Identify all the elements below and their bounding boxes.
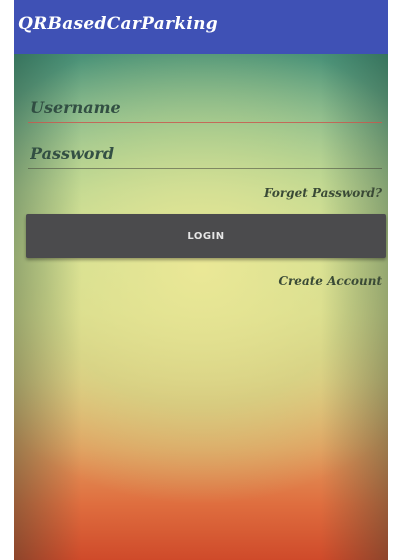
login-button[interactable]: LOGIN <box>26 214 386 258</box>
forgot-password-link[interactable]: Forget Password? <box>264 186 382 200</box>
create-account-link[interactable]: Create Account <box>278 274 382 288</box>
app-title: QRBasedCarParking <box>18 14 218 34</box>
login-form: Forget Password? LOGIN Create Account <box>14 54 388 560</box>
password-input[interactable] <box>28 138 382 168</box>
password-field <box>28 138 382 169</box>
username-input[interactable] <box>28 92 382 122</box>
app-screen: QRBasedCarParking Forget Password? LOGIN… <box>14 0 388 560</box>
username-field <box>28 92 382 123</box>
app-bar: QRBasedCarParking <box>14 0 388 54</box>
